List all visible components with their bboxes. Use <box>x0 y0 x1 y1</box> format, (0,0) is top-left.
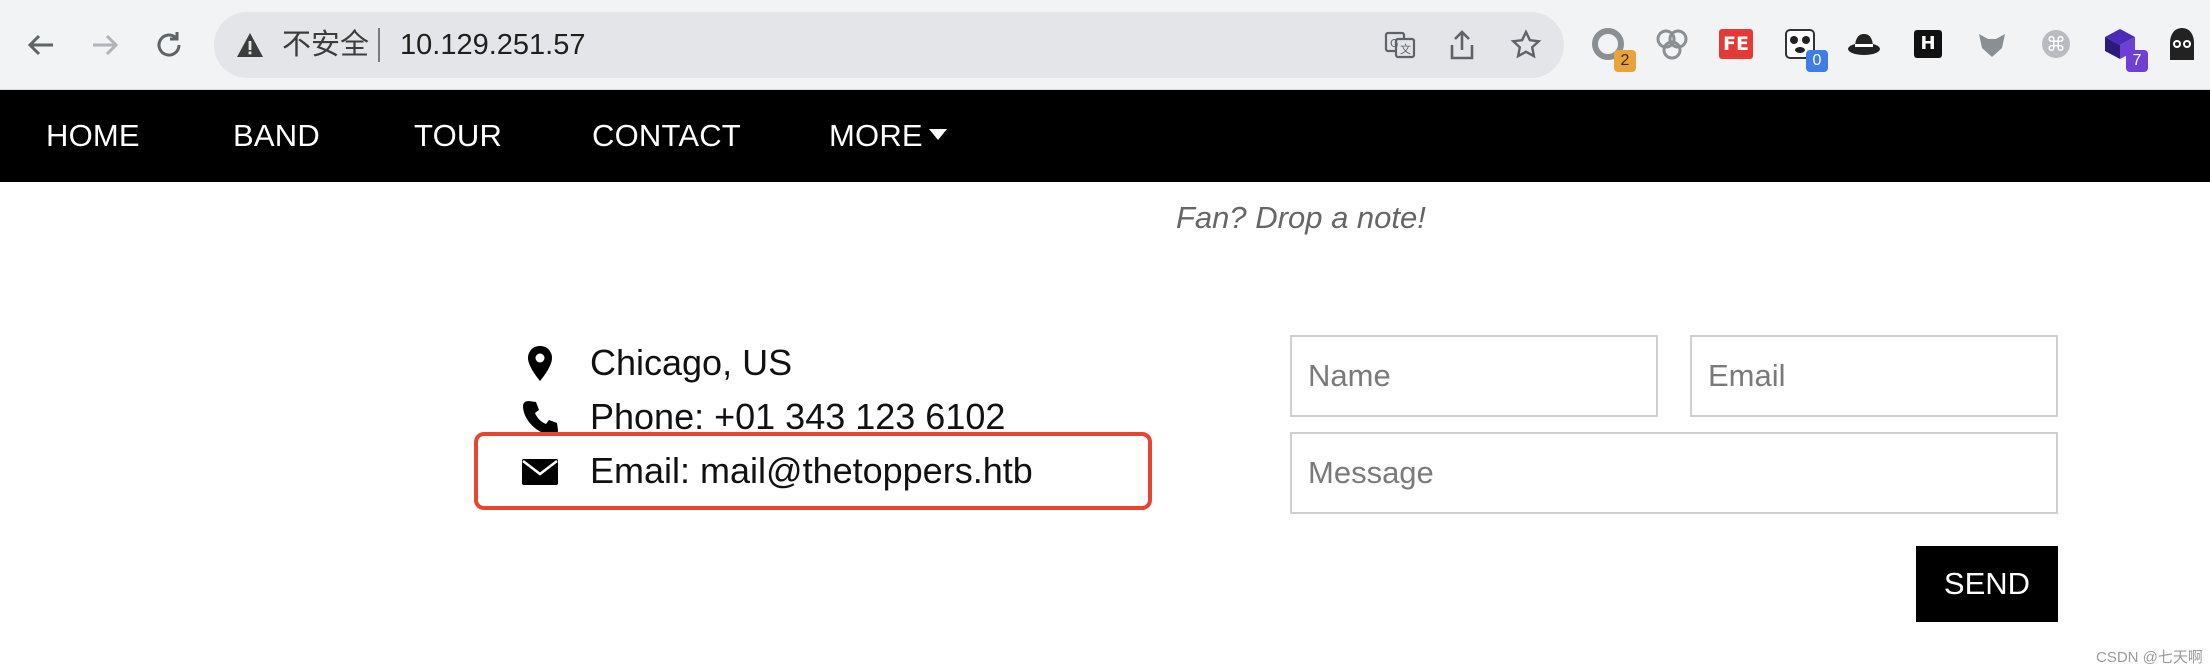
insecure-label[interactable]: 不安全 <box>282 26 369 64</box>
caret-down-icon <box>928 129 947 141</box>
map-marker-icon <box>528 346 552 381</box>
name-input[interactable] <box>1290 335 1658 417</box>
contact-location-text: Chicago, US <box>590 342 793 383</box>
contact-tagline: Fan? Drop a note! <box>1176 200 1426 235</box>
site-navbar: HOME BAND TOUR CONTACT MORE <box>0 90 2210 182</box>
share-icon[interactable] <box>1444 27 1480 63</box>
message-input[interactable] <box>1290 432 2058 514</box>
nav-band[interactable]: BAND <box>233 90 320 182</box>
back-arrow-icon <box>27 34 53 56</box>
fe-extension-label: FE <box>1719 29 1753 59</box>
circle-extension-icon[interactable]: 2 <box>1588 24 1636 72</box>
cmd-extension-icon[interactable]: ⌘ <box>2036 24 2076 64</box>
url-text[interactable]: 10.129.251.57 <box>400 26 585 64</box>
nav-contact[interactable]: CONTACT <box>592 90 741 182</box>
panda-extension-icon[interactable]: 0 <box>1780 24 1828 72</box>
email-input[interactable] <box>1690 335 2058 417</box>
hat-extension-icon[interactable] <box>1844 24 1884 64</box>
bubbles-extension-icon[interactable] <box>1652 24 1692 64</box>
forward-button[interactable] <box>82 22 128 68</box>
csdn-watermark: CSDN @七天啊 <box>2096 649 2203 666</box>
svg-text:文: 文 <box>1400 42 1411 56</box>
svg-text:G: G <box>1390 37 1399 50</box>
nav-home[interactable]: HOME <box>46 90 140 182</box>
reload-icon <box>157 32 181 57</box>
bookmark-star-icon[interactable] <box>1508 27 1544 63</box>
nav-more-dropdown[interactable]: MORE <box>829 90 947 182</box>
h-extension-label: H <box>1914 30 1942 58</box>
fox-extension-icon[interactable] <box>1972 24 2012 64</box>
svg-text:⌘: ⌘ <box>2046 32 2066 56</box>
reload-button[interactable] <box>146 22 192 68</box>
address-bar[interactable]: 不安全 10.129.251.57 G文 <box>214 12 1564 78</box>
browser-toolbar: 不安全 10.129.251.57 G文 2 FE 0 H ⌘ 7 <box>0 0 2210 90</box>
panda-extension-badge: 0 <box>1806 50 1828 72</box>
fe-extension-icon[interactable]: FE <box>1716 24 1756 64</box>
forward-arrow-icon <box>93 34 119 56</box>
cube-extension-badge: 7 <box>2126 50 2148 72</box>
back-button[interactable] <box>18 22 64 68</box>
nav-more-label: MORE <box>829 118 923 153</box>
warning-triangle-icon[interactable] <box>236 32 264 58</box>
send-button[interactable]: SEND <box>1916 546 2058 622</box>
cube-extension-icon[interactable]: 7 <box>2100 24 2148 72</box>
circle-extension-badge: 2 <box>1614 50 1636 72</box>
omnibox-divider <box>378 28 380 62</box>
h-extension-icon[interactable]: H <box>1908 24 1948 64</box>
nav-tour[interactable]: TOUR <box>414 90 502 182</box>
email-highlight-annotation <box>474 432 1152 510</box>
translate-icon[interactable]: G文 <box>1382 27 1418 63</box>
hacker-avatar-icon[interactable] <box>2162 24 2202 64</box>
